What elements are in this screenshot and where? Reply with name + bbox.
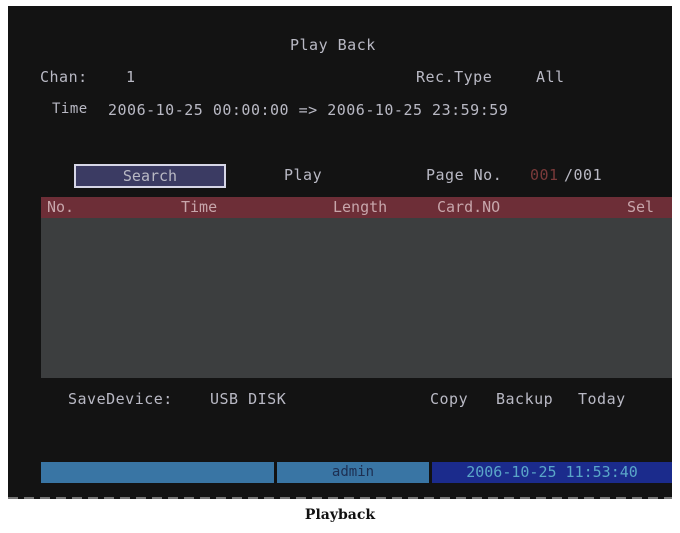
record-list[interactable]	[41, 218, 672, 378]
page-title: Play Back	[290, 36, 376, 54]
chan-label: Chan:	[40, 68, 88, 86]
column-header-length: Length	[333, 198, 388, 216]
backup-button[interactable]: Backup	[496, 390, 553, 408]
rec-type-label: Rec.Type	[416, 68, 493, 86]
column-header-sel: Sel	[627, 198, 655, 216]
today-button[interactable]: Today	[578, 390, 626, 408]
figure-caption: Playback	[304, 507, 376, 523]
page-current-field[interactable]: 001	[530, 166, 559, 184]
column-header-no: No.	[47, 198, 75, 216]
search-button[interactable]: Search	[74, 164, 226, 188]
status-clock: 2006-10-25 11:53:40	[432, 462, 672, 483]
status-bar: admin 2006-10-25 11:53:40	[41, 462, 672, 483]
save-device-label: SaveDevice:	[68, 390, 173, 408]
copy-button[interactable]: Copy	[430, 390, 468, 408]
time-range-field[interactable]: 2006-10-25 00:00:00 => 2006-10-25 23:59:…	[108, 101, 508, 119]
status-user: admin	[277, 462, 429, 483]
rec-type-select[interactable]: All	[536, 68, 565, 86]
page-no-label: Page No.	[426, 166, 503, 184]
column-header-time: Time	[181, 198, 218, 216]
table-header: No. Time Length Card.NO Sel	[41, 197, 672, 218]
status-bar-blank	[41, 462, 274, 483]
column-header-card-no: Card.NO	[437, 198, 501, 216]
page-total: /001	[564, 166, 603, 184]
play-button[interactable]: Play	[284, 166, 322, 184]
chan-select[interactable]: 1	[126, 68, 136, 86]
save-device-select[interactable]: USB DISK	[210, 390, 286, 408]
playback-screen: Play Back Chan: 1 Rec.Type All Time 2006…	[8, 6, 672, 499]
time-label: Time	[52, 101, 88, 117]
